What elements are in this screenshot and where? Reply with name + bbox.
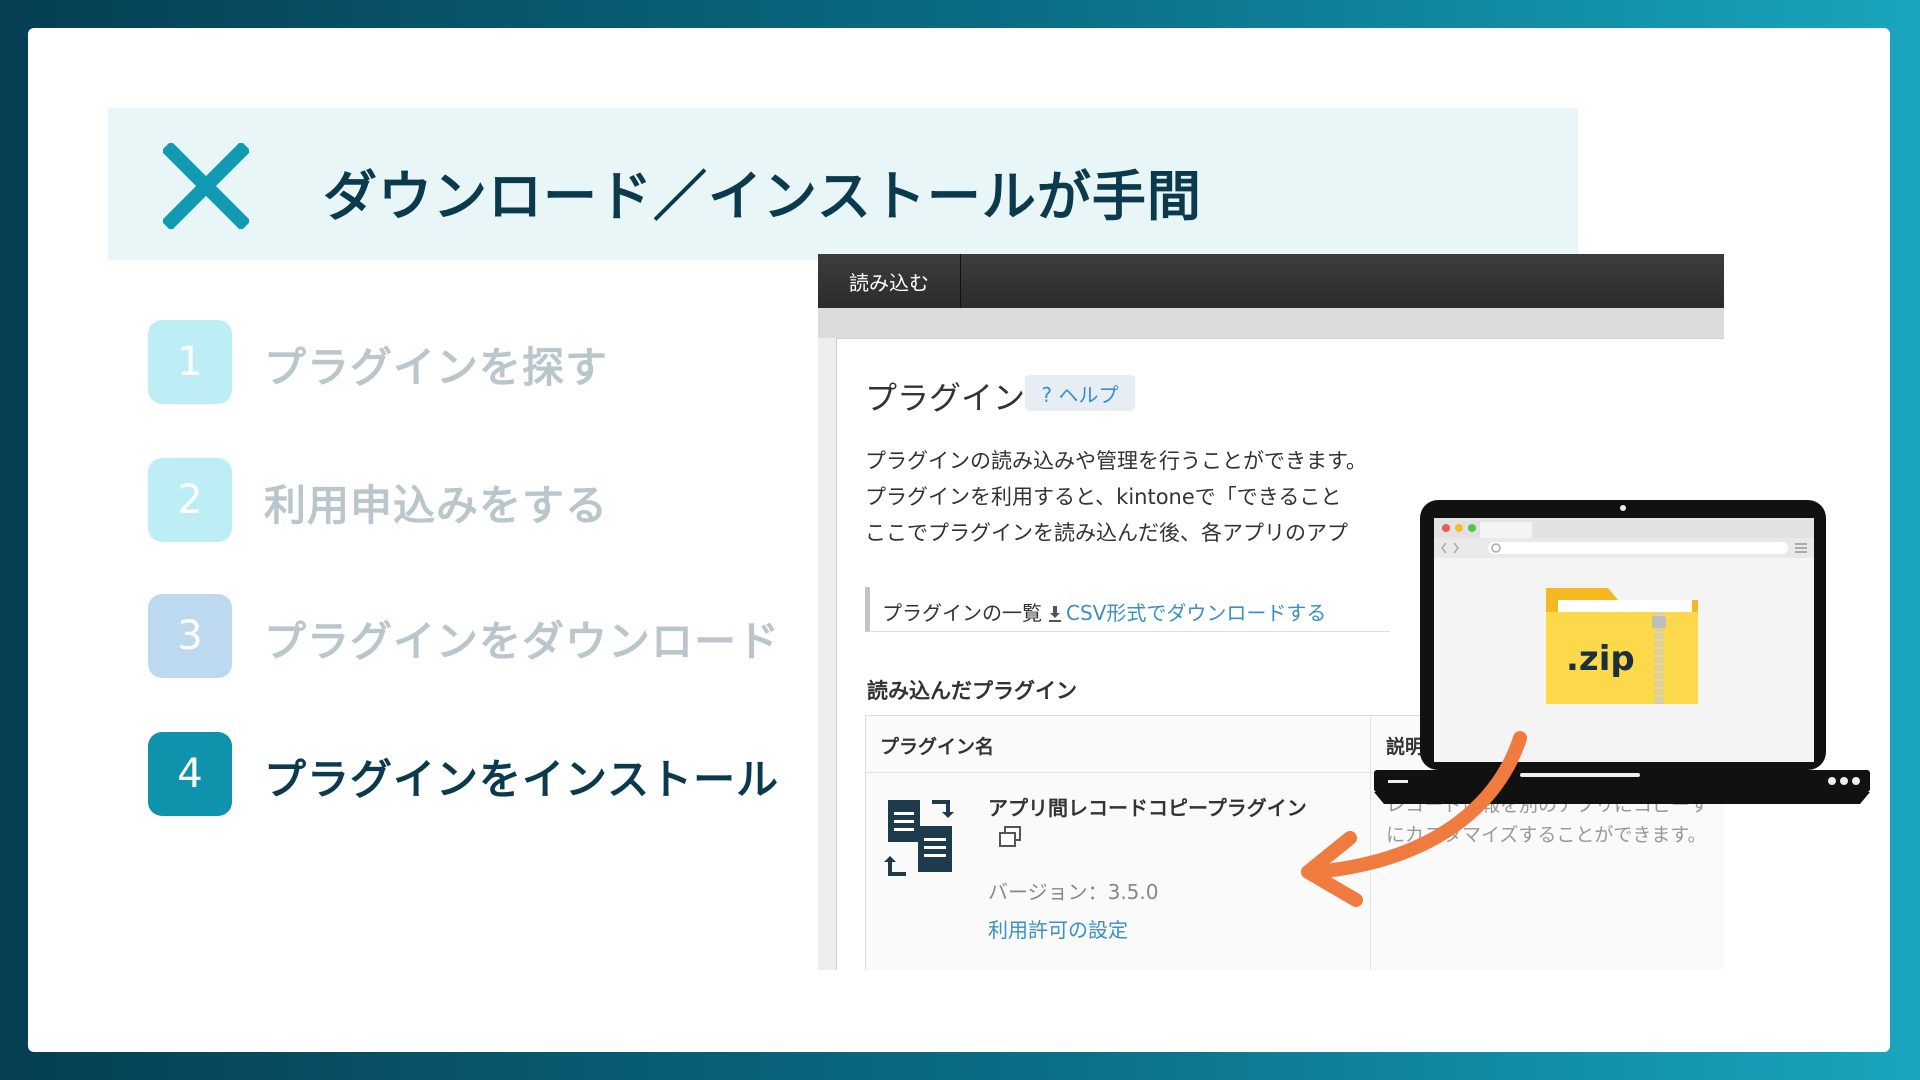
desc-line: プラグインの読み込みや管理を行うことができます。 bbox=[865, 449, 1367, 473]
plugin-name: アプリ間レコードコピープラグイン bbox=[988, 796, 1307, 820]
desc-line: にカスタマイズすることができます。 bbox=[1386, 824, 1707, 846]
list-label: プラグインの一覧 bbox=[882, 601, 1042, 625]
step-4: 4 プラグインをインストール bbox=[148, 732, 828, 816]
zip-label: .zip bbox=[1566, 639, 1635, 679]
step-1: 1 プラグインを探す bbox=[148, 320, 828, 404]
open-window-icon[interactable] bbox=[998, 826, 1022, 848]
step-label: 利用申込みをする bbox=[264, 481, 609, 530]
plugin-list-bar: プラグインの一覧 CSV形式でダウンロードする bbox=[865, 587, 1390, 632]
step-number: 1 bbox=[148, 320, 232, 404]
column-header-name: プラグイン名 bbox=[880, 736, 995, 758]
step-number: 2 bbox=[148, 458, 232, 542]
csv-download-link[interactable]: CSV形式でダウンロードする bbox=[1048, 597, 1326, 626]
step-number: 3 bbox=[148, 594, 232, 678]
tab-import[interactable]: 読み込む bbox=[818, 254, 961, 308]
step-number: 4 bbox=[148, 732, 232, 816]
step-2: 2 利用申込みをする bbox=[148, 458, 828, 542]
help-button[interactable]: ? ヘルプ bbox=[1025, 375, 1135, 411]
sub-toolbar bbox=[818, 308, 1724, 338]
description: プラグインの読み込みや管理を行うことができます。 プラグインを利用すると、kin… bbox=[865, 443, 1367, 551]
step-3: 3 プラグインをダウンロード bbox=[148, 594, 828, 678]
desc-line: プラグインを利用すると、kintoneで「できること bbox=[865, 485, 1342, 509]
plugin-copy-icon bbox=[884, 800, 954, 876]
header-banner: ダウンロード／インストールが手間 bbox=[108, 108, 1578, 260]
plugin-version: バージョン：3.5.0 bbox=[988, 880, 1159, 904]
page-title: プラグイン bbox=[865, 379, 1026, 417]
x-mark-icon bbox=[163, 143, 249, 229]
laptop-icon: .zip bbox=[1374, 500, 1870, 804]
top-toolbar: 読み込む bbox=[818, 254, 1724, 308]
section-title: 読み込んだプラグイン bbox=[867, 679, 1077, 703]
step-label: プラグインをインストール bbox=[264, 755, 780, 804]
download-icon bbox=[1049, 606, 1061, 622]
step-label: プラグインをダウンロード bbox=[264, 617, 781, 666]
step-label: プラグインを探す bbox=[264, 343, 609, 392]
permission-settings-link[interactable]: 利用許可の設定 bbox=[988, 914, 1128, 943]
desc-line: ここでプラグインを読み込んだ後、各アプリのアプ bbox=[865, 521, 1348, 545]
header-title: ダウンロード／インストールが手間 bbox=[323, 165, 1202, 228]
csv-download-label: CSV形式でダウンロードする bbox=[1066, 601, 1327, 625]
